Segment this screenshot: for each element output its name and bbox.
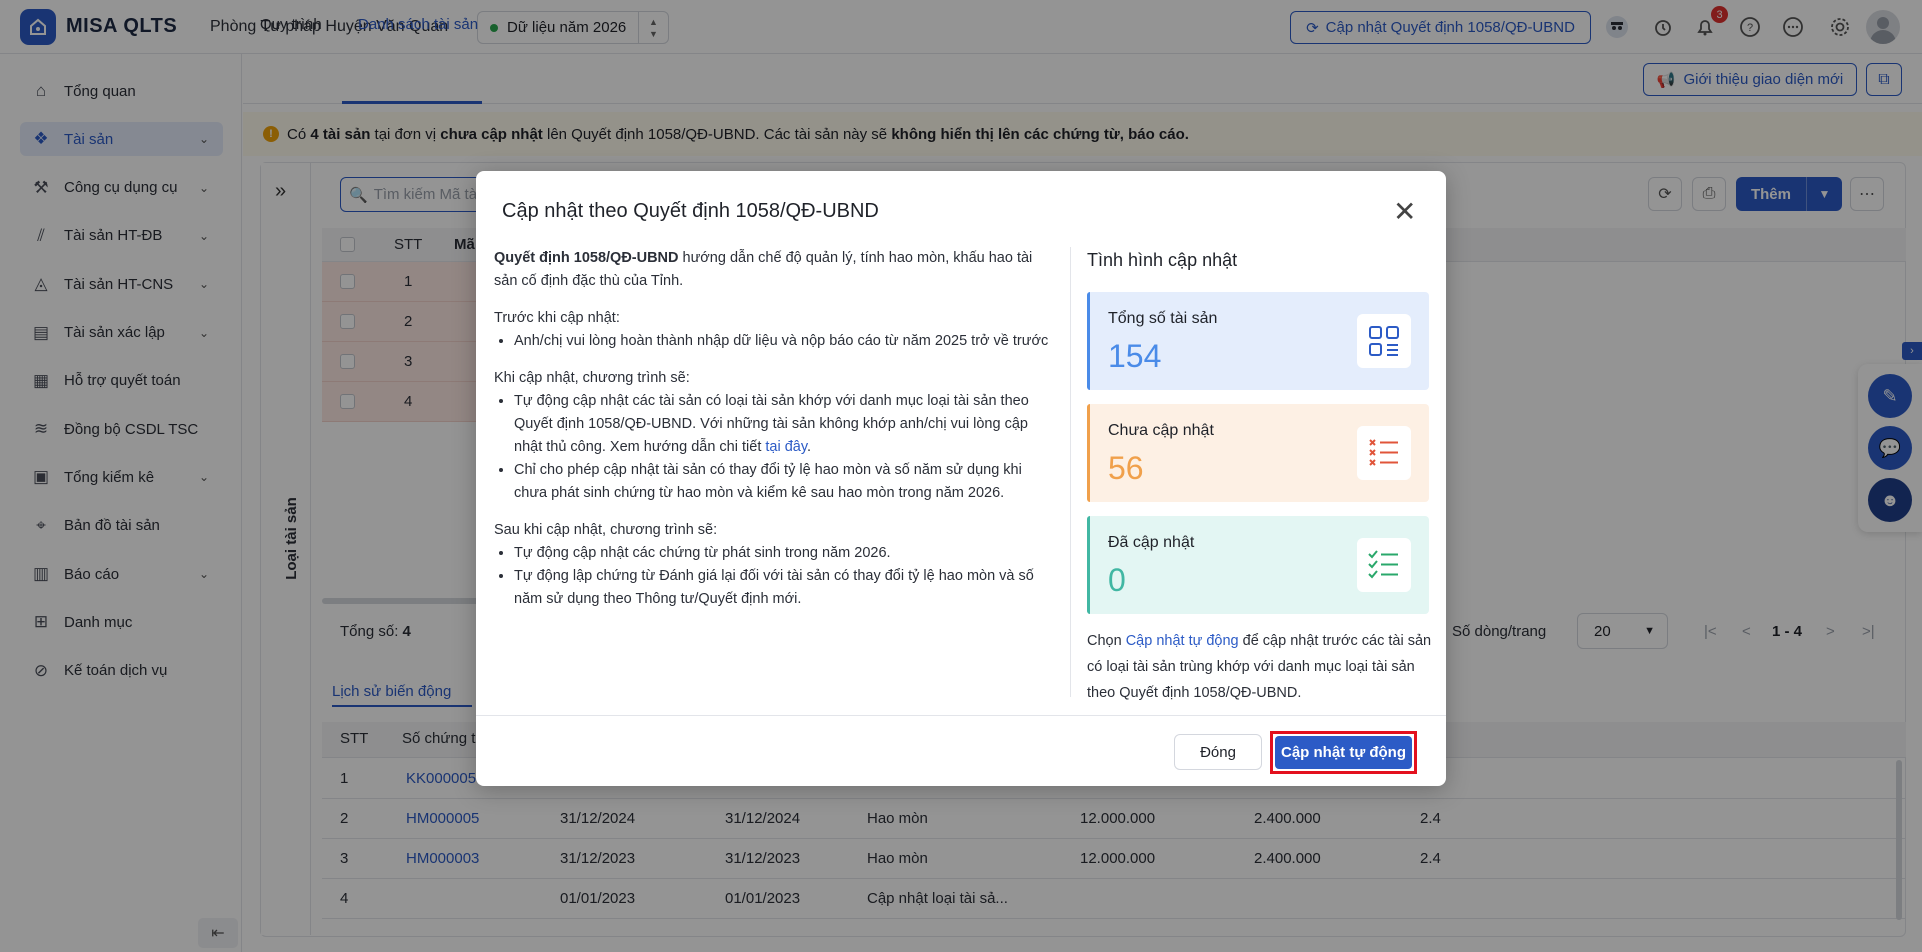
stat-label: Chưa cập nhật [1108,422,1214,439]
dialog-note: Chọn Cập nhật tự động để cập nhật trước … [1087,633,1432,701]
guide-link[interactable]: tại đây [765,439,807,455]
during-title: Khi cập nhật, chương trình sẽ: [494,370,690,386]
close-icon[interactable]: ✕ [1393,198,1416,226]
intro-paragraph: Quyết định 1058/QĐ-UBND hướng dẫn chế độ… [494,250,1033,289]
list-item: Tự động cập nhật các tài sản có loại tài… [514,390,1054,459]
auto-update-link[interactable]: Cập nhật tự động [1126,633,1239,649]
stat-total-card: Tổng số tài sản 154 [1087,292,1429,390]
grid-list-icon [1357,314,1411,368]
before-list: Anh/chị vui lòng hoàn thành nhập dữ liệu… [494,330,1054,353]
x-list-icon [1357,426,1411,480]
auto-update-button[interactable]: Cập nhật tự động [1275,736,1412,769]
stat-bar [1087,516,1090,614]
stat-value: 56 [1108,450,1144,486]
after-list: Tự động cập nhật các chứng từ phát sinh … [494,542,1054,611]
stat-value: 154 [1108,338,1162,374]
close-button[interactable]: Đóng [1174,734,1262,770]
stat-done-card: Đã cập nhật 0 [1087,516,1429,614]
stat-label: Đã cập nhật [1108,534,1195,551]
list-item: Chỉ cho phép cập nhật tài sản có thay đổ… [514,459,1054,505]
dialog-footer-divider [476,715,1446,716]
list-item: Tự động cập nhật các chứng từ phát sinh … [514,542,1054,565]
stat-label: Tổng số tài sản [1108,310,1218,327]
list-item: Tự động lập chứng từ Đánh giá lại đối vớ… [514,565,1054,611]
auto-update-highlight: Cập nhật tự động [1270,731,1417,774]
after-title: Sau khi cập nhật, chương trình sẽ: [494,522,718,538]
stat-bar [1087,292,1090,390]
before-title: Trước khi cập nhật: [494,310,620,326]
status-title: Tình hình cập nhật [1087,250,1238,270]
check-list-icon [1357,538,1411,592]
dialog-divider [1070,247,1071,697]
during-list: Tự động cập nhật các tài sản có loại tài… [494,390,1054,505]
dialog-title: Cập nhật theo Quyết định 1058/QĐ-UBND [502,200,879,222]
stat-pending-card: Chưa cập nhật 56 [1087,404,1429,502]
stat-value: 0 [1108,562,1126,598]
list-item: Anh/chị vui lòng hoàn thành nhập dữ liệu… [514,330,1054,353]
dialog-description: Quyết định 1058/QĐ-UBND hướng dẫn chế độ… [494,247,1054,611]
stat-bar [1087,404,1090,502]
